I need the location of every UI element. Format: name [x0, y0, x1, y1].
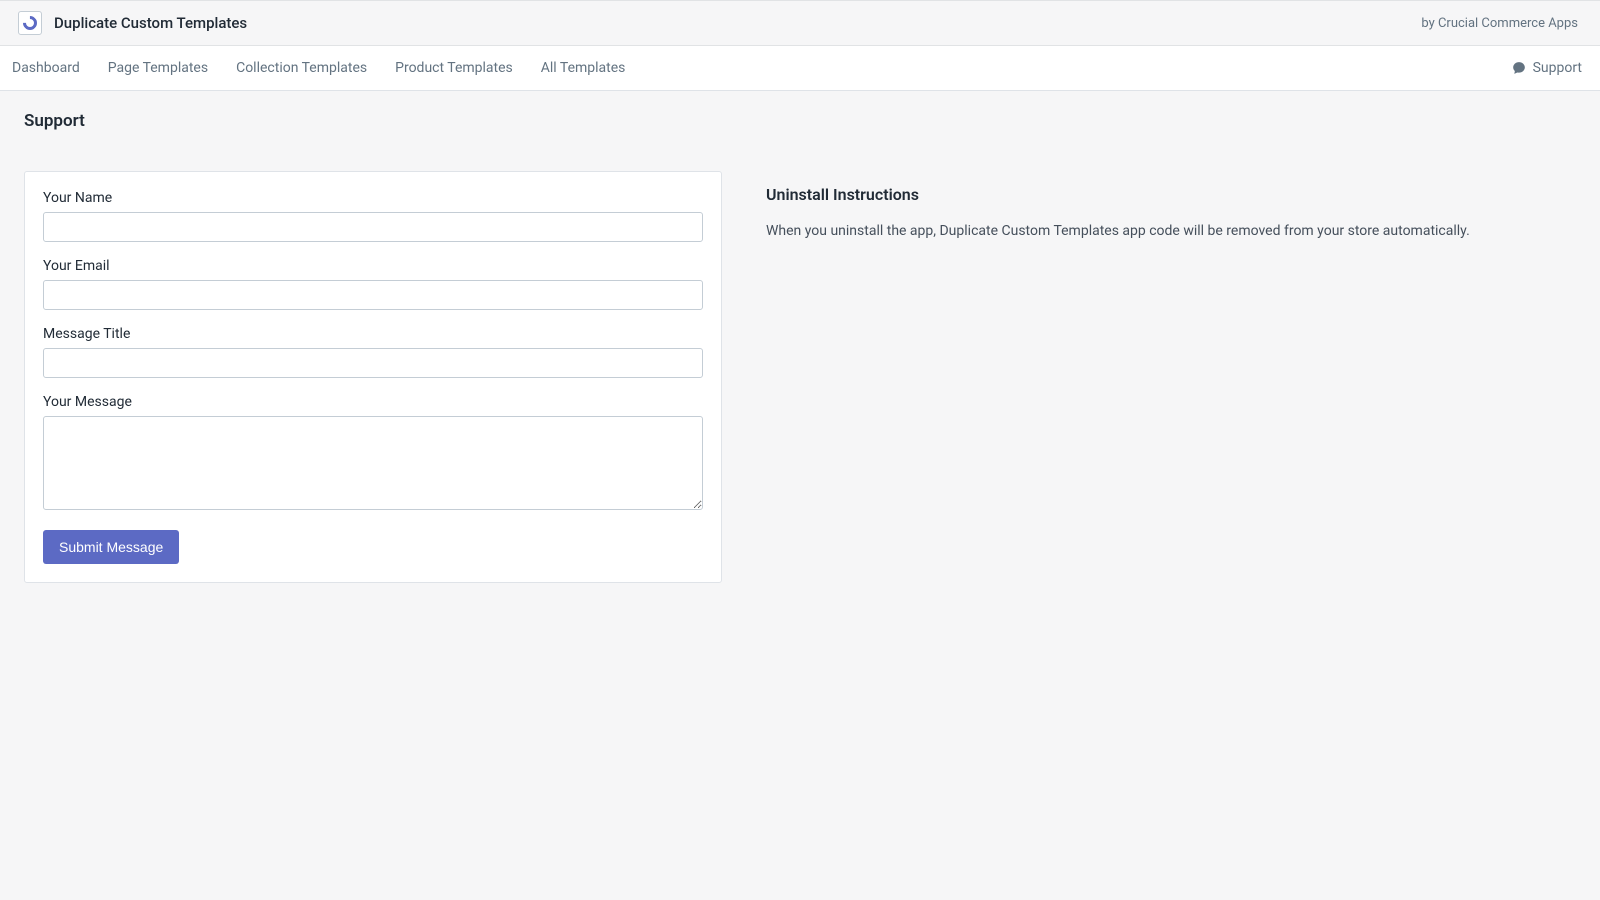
navbar: Dashboard Page Templates Collection Temp…: [0, 46, 1600, 91]
message-label: Your Message: [43, 394, 703, 410]
nav-link-product-templates[interactable]: Product Templates: [381, 46, 527, 90]
columns: Your Name Your Email Message Title Your …: [24, 171, 1576, 583]
email-label: Your Email: [43, 258, 703, 274]
app-title: Duplicate Custom Templates: [54, 14, 247, 32]
page-content: Support Your Name Your Email Message Tit…: [0, 91, 1600, 603]
byline: by Crucial Commerce Apps: [1421, 16, 1578, 31]
nav-link-collection-templates[interactable]: Collection Templates: [222, 46, 381, 90]
message-title-input[interactable]: [43, 348, 703, 378]
uninstall-body: When you uninstall the app, Duplicate Cu…: [766, 222, 1576, 242]
app-logo-icon: [18, 11, 42, 35]
uninstall-heading: Uninstall Instructions: [766, 185, 1576, 204]
nav-link-page-templates[interactable]: Page Templates: [94, 46, 222, 90]
message-textarea[interactable]: [43, 416, 703, 510]
nav-links: Dashboard Page Templates Collection Temp…: [0, 46, 639, 90]
uninstall-instructions: Uninstall Instructions When you uninstal…: [766, 171, 1576, 242]
page-title: Support: [24, 111, 1576, 131]
support-form-card: Your Name Your Email Message Title Your …: [24, 171, 722, 583]
nav-link-dashboard[interactable]: Dashboard: [0, 46, 94, 90]
nav-support-label: Support: [1533, 60, 1582, 76]
email-input[interactable]: [43, 280, 703, 310]
name-label: Your Name: [43, 190, 703, 206]
message-title-label: Message Title: [43, 326, 703, 342]
nav-link-all-templates[interactable]: All Templates: [527, 46, 640, 90]
topbar-left: Duplicate Custom Templates: [18, 11, 247, 35]
chat-bubble-icon: [1512, 61, 1526, 75]
name-input[interactable]: [43, 212, 703, 242]
nav-support-link[interactable]: Support: [1512, 60, 1588, 76]
submit-button[interactable]: Submit Message: [43, 530, 179, 564]
topbar: Duplicate Custom Templates by Crucial Co…: [0, 0, 1600, 46]
